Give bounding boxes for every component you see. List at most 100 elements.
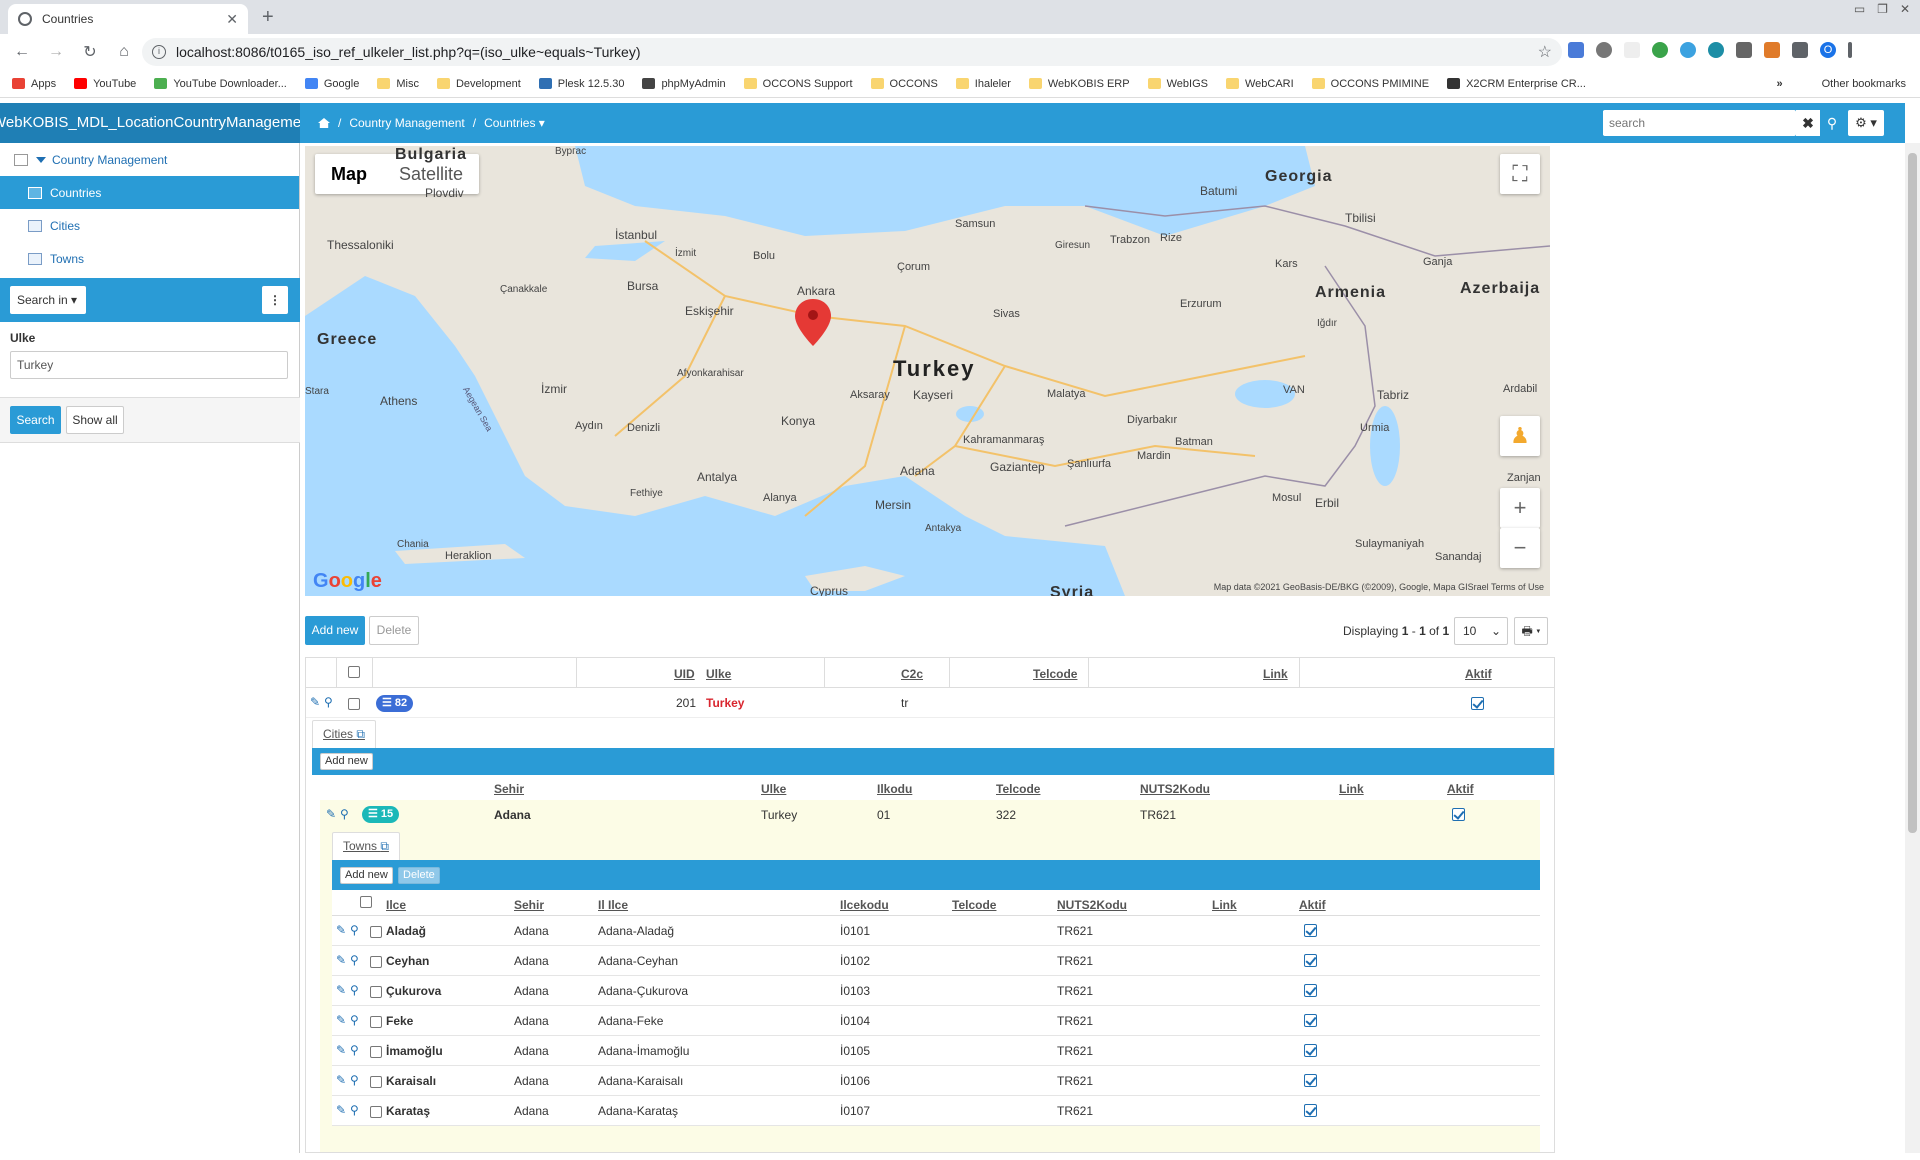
search-in-dropdown[interactable]: Search in ▾ [10, 286, 86, 314]
view-icon[interactable]: ⚲ [350, 1074, 362, 1086]
map-attribution[interactable]: Map data ©2021 GeoBasis-DE/BKG (©2009), … [1214, 582, 1544, 592]
add-new-town-button[interactable]: Add new [340, 867, 393, 884]
search-button[interactable]: Search [10, 406, 61, 434]
kebab-menu-icon[interactable]: ⋮ [262, 286, 288, 314]
select-all-checkbox[interactable] [360, 896, 372, 908]
bookmark-star-icon[interactable]: ☆ [1538, 42, 1552, 62]
col-sehir[interactable]: Sehir [514, 898, 544, 912]
table-row[interactable]: ✎ ⚲ İmamoğlu Adana Adana-İmamoğlu İ0105 TR621 [332, 1036, 1540, 1066]
bookmark-item[interactable]: OCCONS PMIMINE [1311, 78, 1429, 90]
bookmark-item[interactable]: OCCONS [870, 78, 938, 90]
profile-avatar[interactable]: O [1820, 42, 1836, 58]
table-row[interactable]: ✎ ⚲ Karataş Adana Adana-Karataş İ0107 TR621 [332, 1096, 1540, 1126]
sidebar-item-countries[interactable]: Countries [0, 176, 299, 209]
edit-icon[interactable]: ✎ [326, 808, 338, 820]
col-ulke[interactable]: Ulke [761, 782, 786, 796]
home-icon[interactable]: ⌂ [112, 43, 136, 61]
table-row[interactable]: ✎ ⚲ Aladağ Adana Adana-Aladağ İ0101 TR621 [332, 916, 1540, 946]
bookmark-item[interactable]: Ihaleler [955, 78, 1011, 90]
view-icon[interactable]: ⚲ [350, 954, 362, 966]
show-all-button[interactable]: Show all [66, 406, 124, 434]
row-checkbox[interactable] [370, 1046, 382, 1058]
gear-icon[interactable]: ⚙ ▾ [1848, 110, 1884, 136]
scrollbar-thumb[interactable] [1908, 153, 1917, 833]
tab-cities[interactable]: Cities ⧉ [312, 720, 376, 748]
col-aktif[interactable]: Aktif [1299, 898, 1326, 912]
col-sehir[interactable]: Sehir [494, 782, 524, 796]
table-row[interactable]: ✎ ⚲ Ceyhan Adana Adana-Ceyhan İ0102 TR621 [332, 946, 1540, 976]
bookmark-item[interactable]: phpMyAdmin [642, 78, 726, 90]
col-c2c[interactable]: C2c [901, 667, 923, 681]
browser-menu-icon[interactable] [1848, 42, 1852, 58]
col-aktif[interactable]: Aktif [1447, 782, 1474, 796]
col-link[interactable]: Link [1339, 782, 1364, 796]
omnibox[interactable]: i localhost:8086/t0165_iso_ref_ulkeler_l… [142, 38, 1562, 66]
add-new-city-button[interactable]: Add new [320, 753, 373, 770]
bookmark-item[interactable]: Google [304, 78, 359, 90]
bookmark-item[interactable]: OCCONS Support [743, 78, 853, 90]
reload-icon[interactable]: ↻ [78, 42, 102, 62]
google-map[interactable]: Map Satellite ⛶ ♟ + − Bulgaria Bургас Pl… [305, 146, 1550, 596]
bookmark-item[interactable]: Apps [12, 78, 56, 90]
table-row[interactable]: ✎ ⚲ Feke Adana Adana-Feke İ0104 TR621 [332, 1006, 1540, 1036]
delete-country-button[interactable]: Delete [369, 616, 419, 645]
col-nuts2kodu[interactable]: NUTS2Kodu [1057, 898, 1127, 912]
col-aktif[interactable]: Aktif [1465, 667, 1492, 681]
browser-tab[interactable]: Countries ✕ [8, 4, 248, 34]
edit-icon[interactable]: ✎ [310, 696, 322, 708]
breadcrumb-countries[interactable]: Countries ▾ [484, 116, 545, 130]
col-telcode[interactable]: Telcode [952, 898, 996, 912]
col-ilkodu[interactable]: Ilkodu [877, 782, 912, 796]
row-checkbox[interactable] [348, 698, 360, 710]
fullscreen-icon[interactable]: ⛶ [1500, 154, 1540, 194]
row-checkbox[interactable] [370, 1076, 382, 1088]
header-search-input[interactable] [1603, 111, 1791, 135]
view-icon[interactable]: ⚲ [340, 808, 352, 820]
col-ilcekodu[interactable]: Ilcekodu [840, 898, 889, 912]
col-ulke[interactable]: Ulke [706, 667, 731, 681]
infinity-extension-icon[interactable] [1680, 42, 1696, 58]
view-icon[interactable]: ⚲ [324, 696, 336, 708]
table-row[interactable]: ✎ ⚲ ☰ 82 201 Turkey tr [306, 688, 1554, 718]
app-brand[interactable]: WebKOBIS_MDL_LocationCountryManagement [0, 103, 300, 143]
row-checkbox[interactable] [370, 986, 382, 998]
delete-town-button[interactable]: Delete [398, 867, 440, 884]
edit-icon[interactable]: ✎ [336, 1104, 348, 1116]
edit-icon[interactable]: ✎ [336, 924, 348, 936]
col-link[interactable]: Link [1263, 667, 1288, 681]
edit-icon[interactable]: ✎ [336, 1044, 348, 1056]
table-row[interactable]: ✎ ⚲ ☰ 15 Adana Turkey 01 322 TR621 [320, 800, 1540, 830]
col-ililce[interactable]: Il Ilce [598, 898, 628, 912]
home-icon[interactable] [318, 118, 330, 128]
recycle-extension-icon[interactable] [1596, 42, 1612, 58]
other-bookmarks[interactable]: » Other bookmarks [1777, 78, 1907, 90]
pin-extension-icon[interactable] [1652, 42, 1668, 58]
print-icon[interactable]: 🖶 ▾ [1514, 617, 1548, 645]
info-icon[interactable]: i [152, 45, 166, 59]
ulke-filter-input[interactable] [10, 351, 288, 379]
search-icon[interactable]: ⚲ [1820, 110, 1844, 136]
ulke-cell[interactable]: Turkey [706, 696, 744, 710]
col-uid[interactable]: UID [674, 667, 695, 681]
add-new-country-button[interactable]: Add new [305, 616, 365, 645]
translate-extension-icon[interactable] [1568, 42, 1584, 58]
bookmark-item[interactable]: YouTube [74, 78, 136, 90]
bookmark-item[interactable]: Misc [377, 78, 419, 90]
edit-icon[interactable]: ✎ [336, 984, 348, 996]
bookmark-item[interactable]: WebKOBIS ERP [1028, 78, 1130, 90]
view-icon[interactable]: ⚲ [350, 984, 362, 996]
bookmark-item[interactable]: YouTube Downloader... [154, 78, 287, 90]
rss-extension-icon[interactable] [1708, 42, 1724, 58]
table-row[interactable]: ✎ ⚲ Karaisalı Adana Adana-Karaisalı İ0106 TR62… [332, 1066, 1540, 1096]
tab-towns[interactable]: Towns ⧉ [332, 832, 400, 860]
row-checkbox[interactable] [370, 956, 382, 968]
qr-extension-icon[interactable] [1736, 42, 1752, 58]
select-all-checkbox[interactable] [348, 666, 360, 678]
col-telcode[interactable]: Telcode [1033, 667, 1077, 681]
zoom-out-button[interactable]: − [1500, 528, 1540, 568]
view-icon[interactable]: ⚲ [350, 1044, 362, 1056]
close-window-icon[interactable]: ✕ [1900, 2, 1910, 16]
bookmark-item[interactable]: Development [436, 78, 521, 90]
forward-icon[interactable]: → [44, 43, 68, 61]
col-telcode[interactable]: Telcode [996, 782, 1040, 796]
